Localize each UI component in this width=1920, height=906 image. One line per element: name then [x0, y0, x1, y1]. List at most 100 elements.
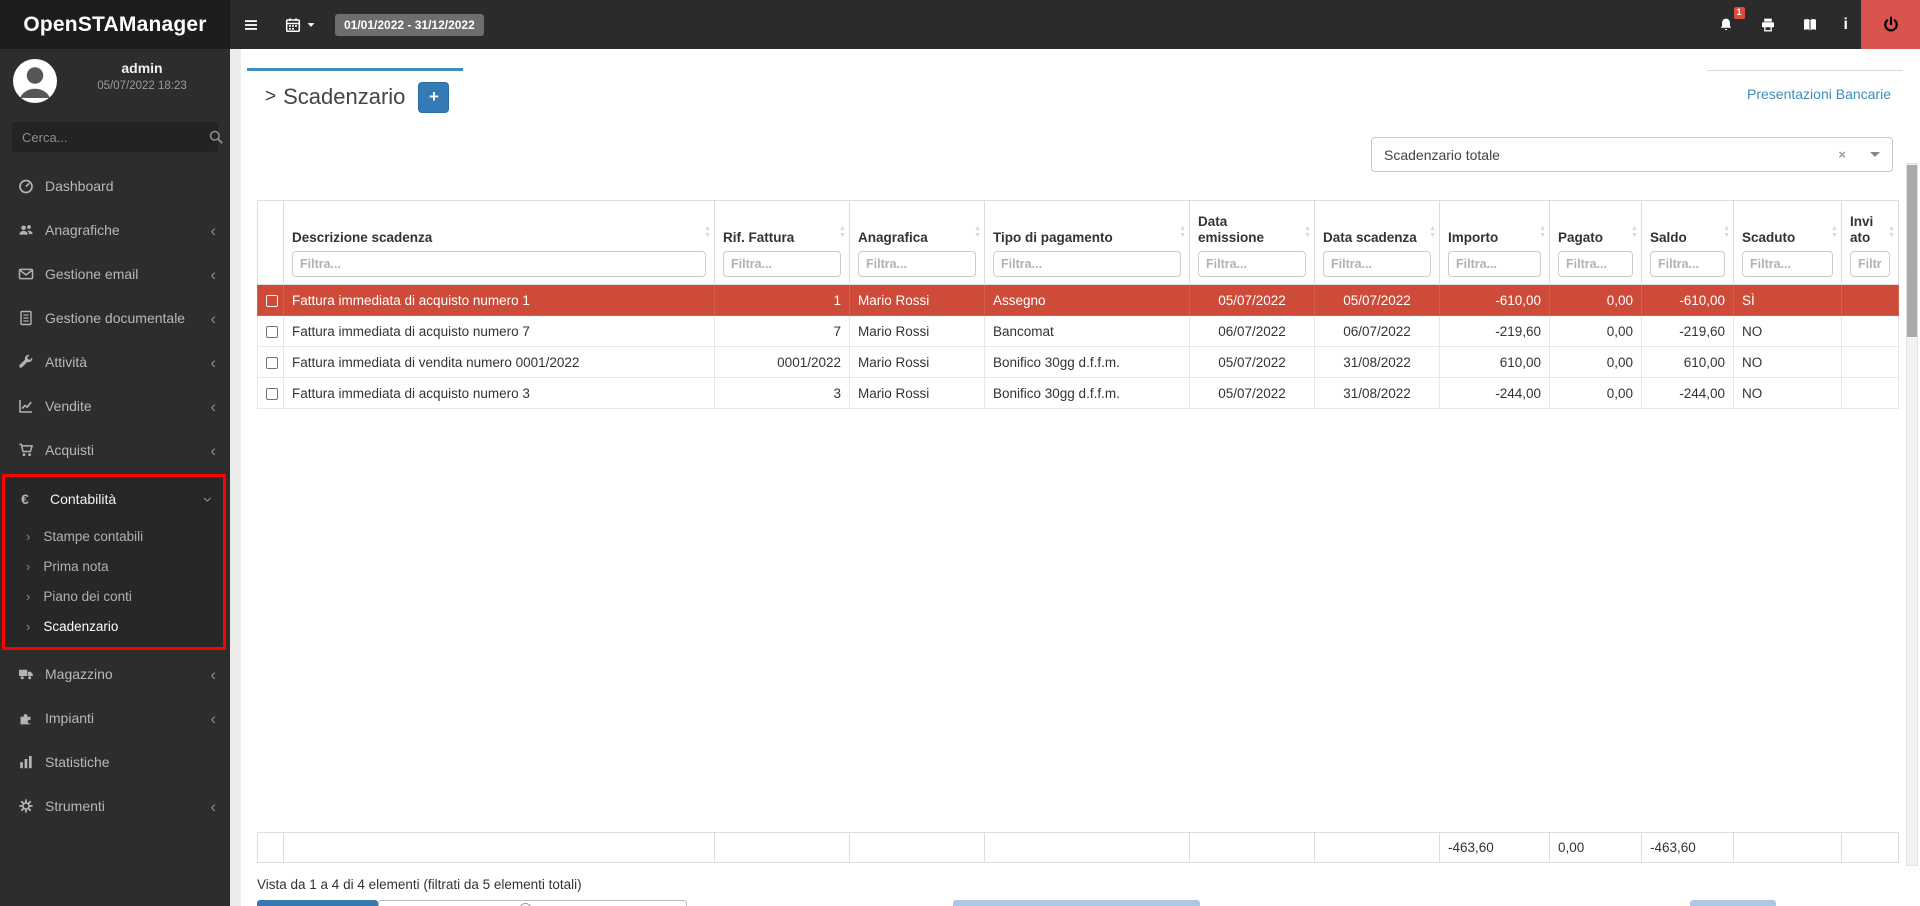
- column-filter-input[interactable]: [1558, 251, 1633, 277]
- cell-inviato: [1841, 284, 1899, 316]
- column-header-descrizione[interactable]: Descrizione scadenza ▲ ▼: [283, 200, 715, 285]
- sort-icon[interactable]: ▲ ▼: [839, 225, 846, 240]
- sort-icon[interactable]: ▲ ▼: [1888, 225, 1895, 240]
- sidebar-item-label: Impianti: [45, 710, 95, 726]
- column-filter-input[interactable]: [723, 251, 841, 277]
- avatar[interactable]: [13, 59, 57, 103]
- column-header-importo[interactable]: Importo ▲ ▼: [1439, 200, 1550, 285]
- chevron-left-icon: ‹: [210, 308, 216, 328]
- table-scrollbar-thumb[interactable]: [1907, 165, 1917, 337]
- sort-icon[interactable]: ▲ ▼: [704, 225, 711, 240]
- column-header-pagato[interactable]: Pagato ▲ ▼: [1549, 200, 1642, 285]
- add-record-button[interactable]: +: [418, 81, 450, 113]
- cell-tipo_pagamento: Assegno: [984, 284, 1190, 316]
- sidebar-toggle-button[interactable]: [230, 0, 272, 49]
- search-button[interactable]: [208, 122, 224, 152]
- column-label: Descrizione scadenza: [292, 229, 433, 245]
- column-filter-input[interactable]: [1448, 251, 1541, 277]
- sidebar-subitem-prima-nota[interactable]: › Prima nota: [5, 551, 223, 581]
- column-header-data_scadenza[interactable]: Data scadenza ▲ ▼: [1314, 200, 1440, 285]
- pagination-button-sliver[interactable]: [1690, 900, 1776, 906]
- period-picker-button[interactable]: [272, 0, 329, 49]
- tabs-divider: [1707, 70, 1903, 71]
- sort-icon[interactable]: ▲ ▼: [1304, 225, 1311, 240]
- sidebar-item-dashboard[interactable]: Dashboard: [0, 164, 230, 208]
- euro-icon: €: [21, 491, 29, 507]
- app-logo[interactable]: OpenSTAManager: [0, 0, 230, 49]
- sidebar-item-label: Statistiche: [45, 754, 110, 770]
- presentazioni-bancarie-link[interactable]: Presentazioni Bancarie: [1747, 86, 1891, 102]
- cell-inviato: [1841, 346, 1899, 378]
- column-header-data_emissione[interactable]: Data emissione ▲ ▼: [1189, 200, 1315, 285]
- sort-icon[interactable]: ▲ ▼: [1723, 225, 1730, 240]
- column-filter-input[interactable]: [1742, 251, 1833, 277]
- column-filter-input[interactable]: [1650, 251, 1725, 277]
- sort-icon[interactable]: ▲ ▼: [974, 225, 981, 240]
- print-button[interactable]: [1747, 0, 1789, 49]
- sort-icon[interactable]: ▲ ▼: [1539, 225, 1546, 240]
- sidebar-item-impianti[interactable]: Impianti ‹: [0, 696, 230, 740]
- sidebar: admin 05/07/2022 18:23 Dashboard Anagrafi…: [0, 49, 230, 906]
- sort-icon[interactable]: ▲ ▼: [1831, 225, 1838, 240]
- row-checkbox[interactable]: [266, 356, 278, 369]
- sidebar-subitem-scadenzario[interactable]: › Scadenzario: [5, 611, 223, 641]
- sidebar-subitem-piano-dei-conti[interactable]: › Piano dei conti: [5, 581, 223, 611]
- table-row[interactable]: Fattura immediata di vendita numero 0001…: [257, 346, 1899, 378]
- sidebar-item-contabilit-[interactable]: € Contabilità ‹ › Stampe contabili › Prima not…: [2, 474, 226, 650]
- sidebar-item-strumenti[interactable]: Strumenti ‹: [0, 784, 230, 828]
- scadenzario-type-select[interactable]: Scadenzario totale ×: [1371, 137, 1893, 172]
- logout-button[interactable]: [1861, 0, 1920, 49]
- chevron-left-icon: ‹: [210, 796, 216, 816]
- manual-button[interactable]: [1789, 0, 1831, 49]
- column-filter-input[interactable]: [993, 251, 1181, 277]
- table-row[interactable]: Fattura immediata di acquisto numero 33M…: [257, 377, 1899, 409]
- cell-anagrafica: Mario Rossi: [849, 377, 985, 409]
- column-header-tipo_pagamento[interactable]: Tipo di pagamento ▲ ▼: [984, 200, 1190, 285]
- column-header-rif_fattura[interactable]: Rif. Fattura ▲ ▼: [714, 200, 850, 285]
- column-header-anagrafica[interactable]: Anagrafica ▲ ▼: [849, 200, 985, 285]
- info-button[interactable]: i: [1831, 0, 1861, 49]
- sidebar-subitem-stampe-contabili[interactable]: › Stampe contabili: [5, 521, 223, 551]
- column-filter-input[interactable]: [858, 251, 976, 277]
- table-row[interactable]: Fattura immediata di acquisto numero 11M…: [257, 284, 1899, 316]
- clear-select-icon[interactable]: ×: [1838, 147, 1846, 162]
- sidebar-item-anagrafiche[interactable]: Anagrafiche ‹: [0, 208, 230, 252]
- column-header-scaduto[interactable]: Scaduto ▲ ▼: [1733, 200, 1842, 285]
- column-label: Tipo di pagamento: [993, 229, 1113, 245]
- row-checkbox[interactable]: [266, 325, 278, 338]
- column-filter-input[interactable]: [1850, 251, 1890, 277]
- export-button-sliver[interactable]: [257, 900, 378, 906]
- table-row[interactable]: Fattura immediata di acquisto numero 77M…: [257, 315, 1899, 347]
- column-header-inviato[interactable]: Inviato ▲ ▼: [1841, 200, 1899, 285]
- sidebar-item-magazzino[interactable]: Magazzino ‹: [0, 652, 230, 696]
- sidebar-item-gestione-documentale[interactable]: Gestione documentale ‹: [0, 296, 230, 340]
- sort-icon[interactable]: ▲ ▼: [1179, 225, 1186, 240]
- date-range-badge[interactable]: 01/01/2022 - 31/12/2022: [335, 13, 484, 36]
- page-length-select-sliver[interactable]: [378, 900, 687, 906]
- column-header-saldo[interactable]: Saldo ▲ ▼: [1641, 200, 1734, 285]
- column-filter-input[interactable]: [292, 251, 706, 277]
- sort-icon[interactable]: ▲ ▼: [1429, 225, 1436, 240]
- column-filter-input[interactable]: [1198, 251, 1306, 277]
- sidebar-item-label: Magazzino: [45, 666, 113, 682]
- notifications-button[interactable]: 1: [1705, 0, 1747, 49]
- printer-icon: [1760, 17, 1776, 33]
- info-icon: i: [1843, 15, 1848, 33]
- cell-importo: -219,60: [1439, 315, 1550, 347]
- sidebar-item-gestione-email[interactable]: Gestione email ‹: [0, 252, 230, 296]
- sidebar-item-acquisti[interactable]: Acquisti ‹: [0, 428, 230, 472]
- results-summary: Vista da 1 a 4 di 4 elementi (filtrati d…: [257, 877, 582, 892]
- sidebar-item-vendite[interactable]: Vendite ‹: [0, 384, 230, 428]
- column-filter-input[interactable]: [1323, 251, 1431, 277]
- cell-data_scadenza: 06/07/2022: [1314, 315, 1440, 347]
- cell-data_scadenza: 31/08/2022: [1314, 377, 1440, 409]
- pagination-button-sliver[interactable]: [953, 900, 1200, 906]
- sidebar-item-attivit-[interactable]: Attività ‹: [0, 340, 230, 384]
- row-checkbox[interactable]: [266, 294, 278, 307]
- search-input[interactable]: [12, 129, 208, 145]
- row-checkbox[interactable]: [266, 387, 278, 400]
- sidebar-item-statistiche[interactable]: Statistiche: [0, 740, 230, 784]
- chevron-down-icon: ‹: [196, 496, 216, 502]
- sort-icon[interactable]: ▲ ▼: [1631, 225, 1638, 240]
- tab-scadenzario[interactable]: > Scadenzario +: [247, 68, 464, 123]
